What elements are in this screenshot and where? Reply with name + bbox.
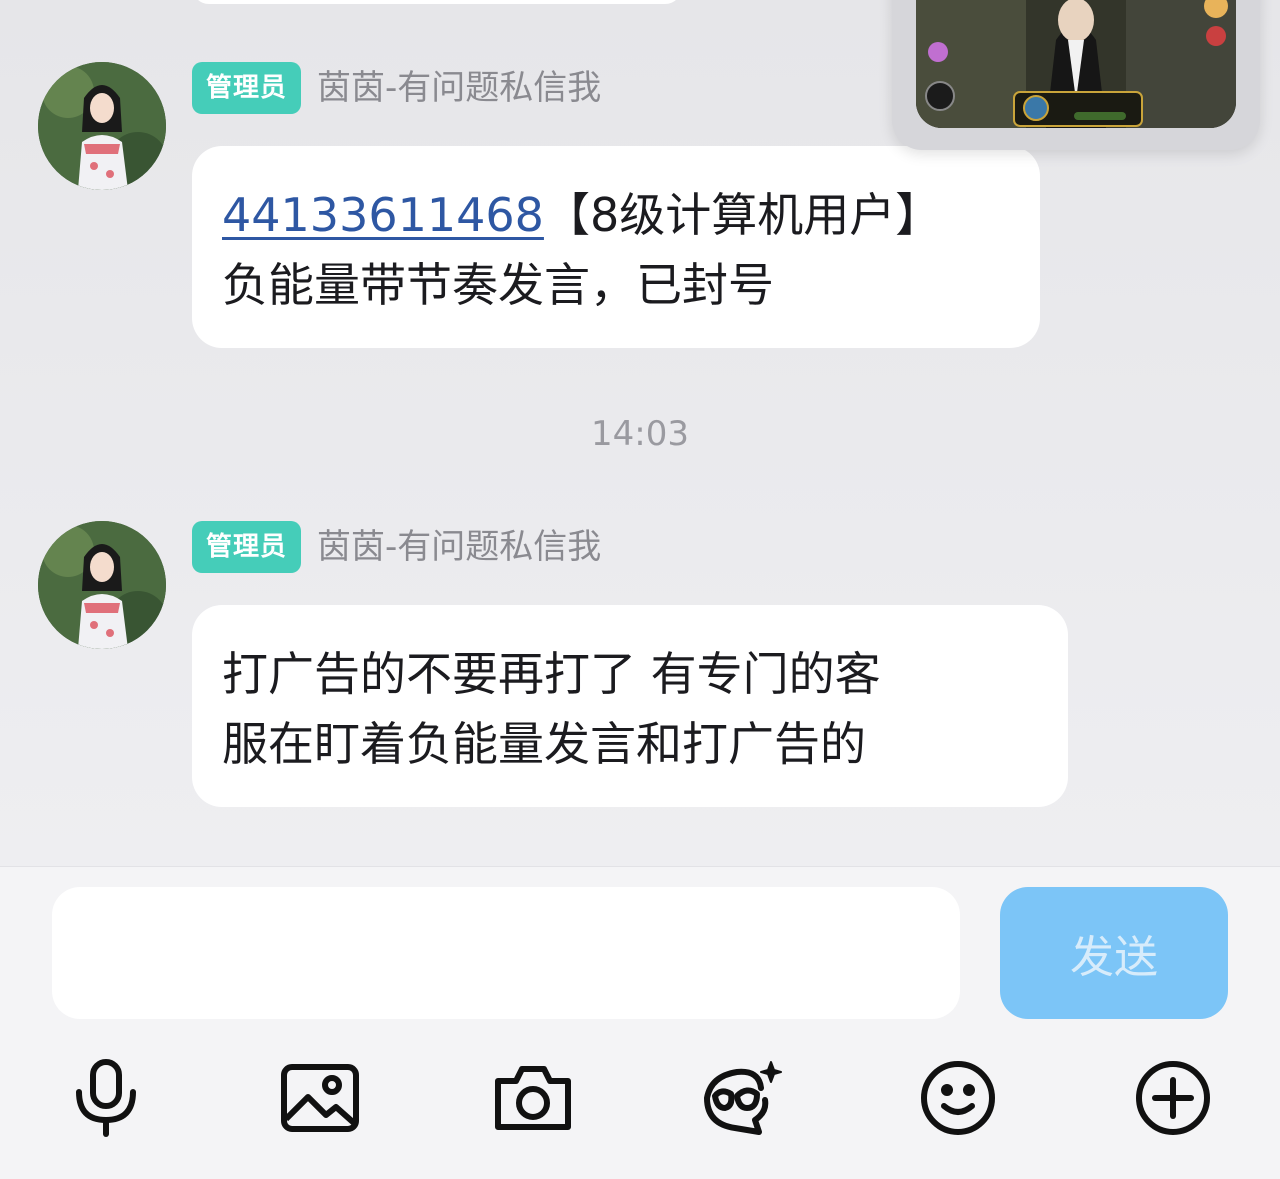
chat-area[interactable]: 管理员 茵茵-有问题私信我 44133611468【8级计算机用户】 负能量带节… <box>0 0 1280 866</box>
message-input[interactable] <box>52 887 960 1019</box>
sender-row: 管理员 茵茵-有问题私信我 <box>192 62 601 114</box>
sender-name[interactable]: 茵茵-有问题私信我 <box>317 62 601 114</box>
message-bubble[interactable]: 44133611468【8级计算机用户】 负能量带节奏发言，已封号 <box>192 146 1040 348</box>
user-id-link[interactable]: 44133611468 <box>222 188 544 242</box>
admin-badge: 管理员 <box>192 62 302 114</box>
sender-name[interactable]: 茵茵-有问题私信我 <box>317 521 601 573</box>
emoji-icon[interactable] <box>915 1055 1001 1141</box>
microphone-icon[interactable] <box>63 1055 149 1141</box>
avatar[interactable] <box>38 62 166 190</box>
message-line: 服在盯着负能量发言和打广告的 <box>222 717 866 771</box>
composer-toolbar <box>0 1055 1280 1141</box>
admin-badge: 管理员 <box>192 521 302 573</box>
camera-icon[interactable] <box>490 1055 576 1141</box>
sticker-icon[interactable] <box>700 1055 786 1141</box>
sender-row: 管理员 茵茵-有问题私信我 <box>192 521 601 573</box>
message-line: 44133611468【8级计算机用户】 <box>222 180 1010 250</box>
message-line: 打广告的不要再打了 有专门的客 <box>222 647 881 701</box>
message-line: 负能量带节奏发言，已封号 <box>222 258 774 312</box>
image-icon[interactable] <box>277 1055 363 1141</box>
plus-icon[interactable] <box>1130 1055 1216 1141</box>
message-timestamp: 14:03 <box>591 414 689 454</box>
composer-bar: 发送 <box>0 866 1280 1179</box>
floating-video-preview[interactable] <box>916 0 1236 128</box>
send-button[interactable]: 发送 <box>1000 887 1228 1019</box>
message-text: 【8级计算机用户】 <box>543 188 942 242</box>
previous-message-bubble[interactable] <box>192 0 682 4</box>
floating-video-window[interactable] <box>892 0 1260 150</box>
message-bubble[interactable]: 打广告的不要再打了 有专门的客 服在盯着负能量发言和打广告的 <box>192 605 1068 807</box>
avatar[interactable] <box>38 521 166 649</box>
